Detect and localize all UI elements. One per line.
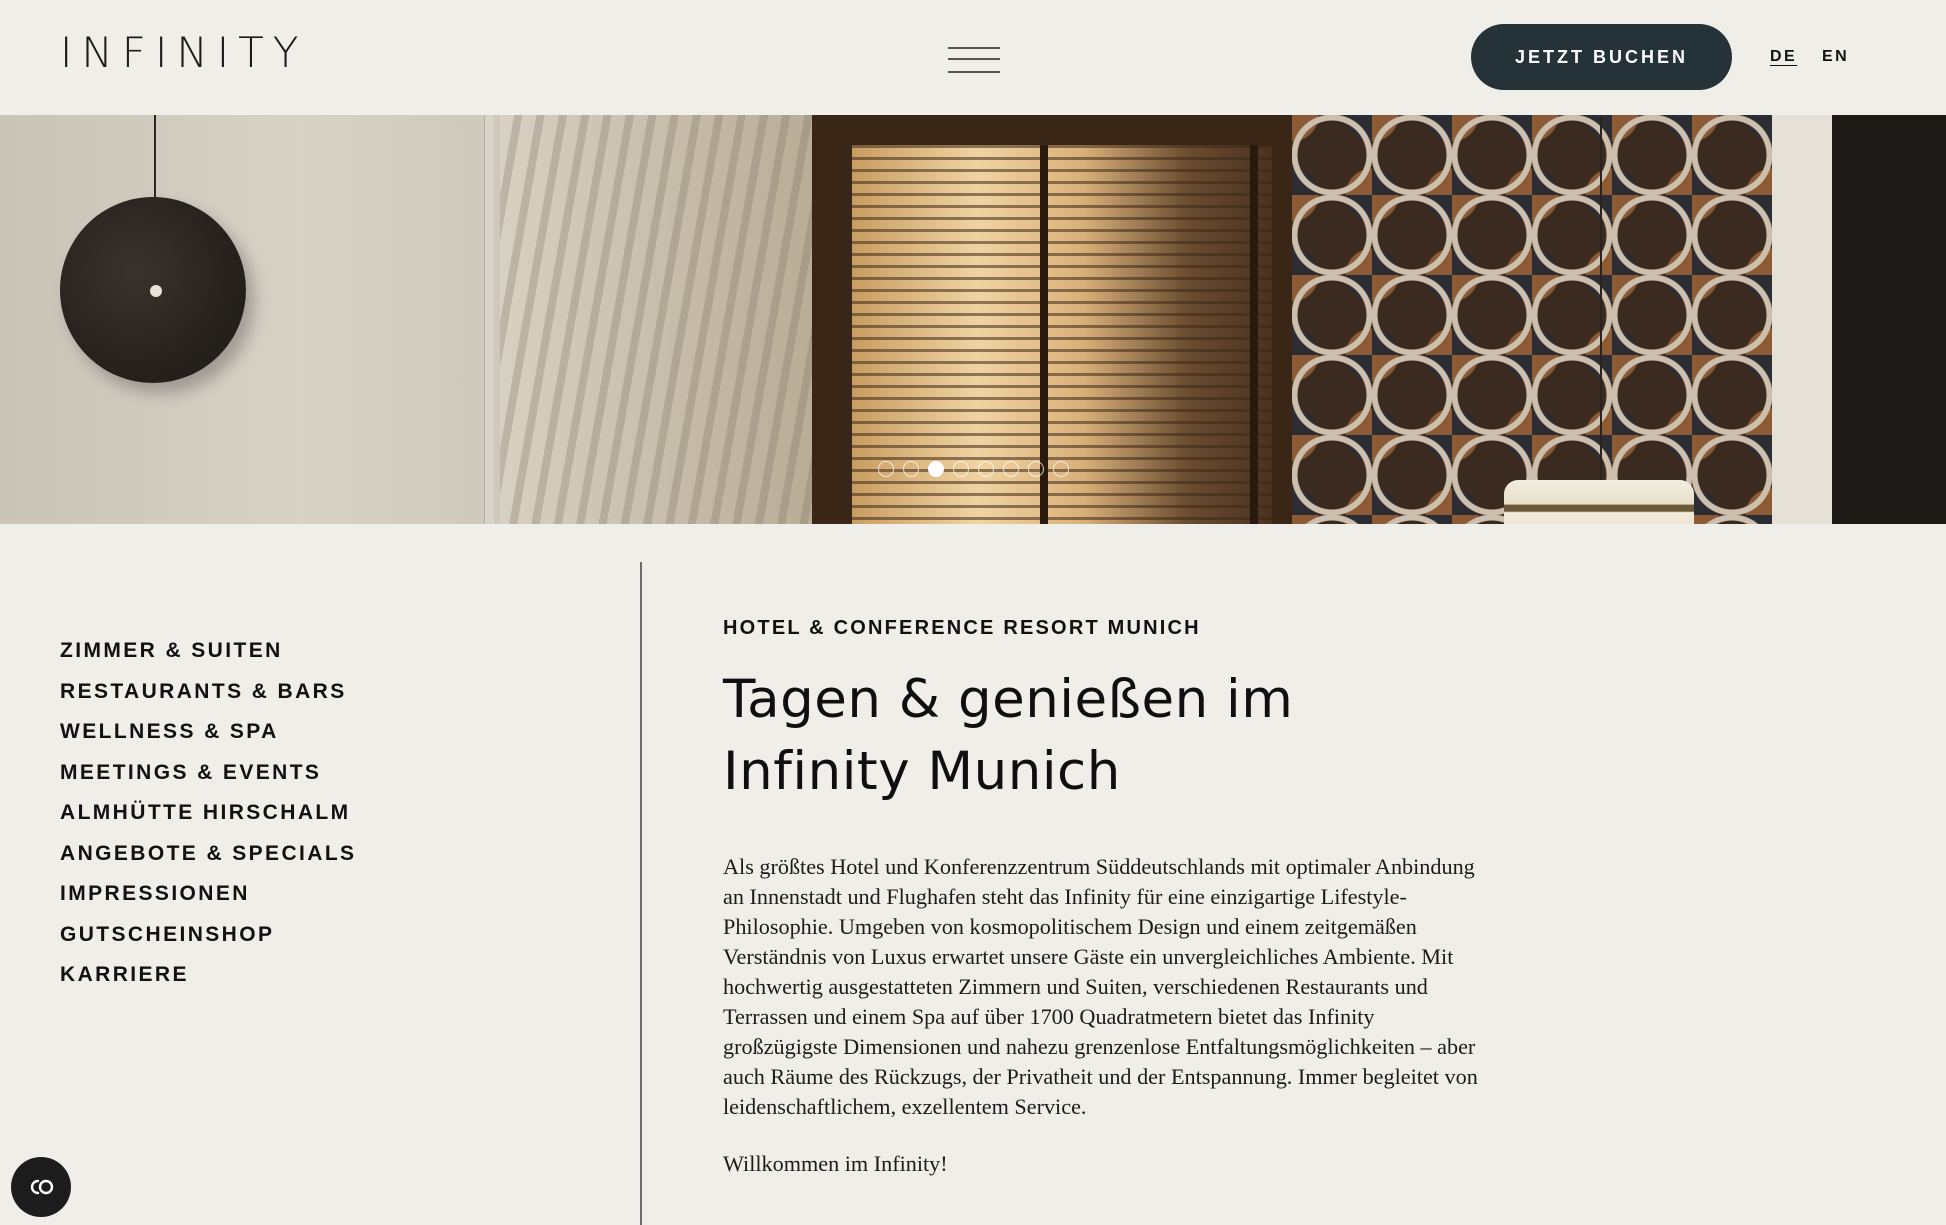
vertical-divider <box>640 562 642 1225</box>
intro-line: großzügigste Dimensionen und nahezu gren… <box>723 1034 1476 1059</box>
sidebar-item-almhütte-hirschalm[interactable]: ALMHÜTTE HIRSCHALM <box>60 793 356 834</box>
page-headline: Tagen & genießen im Infinity Munich <box>723 664 1423 808</box>
cookie-consent-icon[interactable] <box>11 1157 71 1217</box>
intro-line: an Innenstadt und Flughafen steht das In… <box>723 884 1407 909</box>
slider-dot[interactable] <box>928 461 944 477</box>
hero-image-slider[interactable] <box>0 115 1946 524</box>
language-de-link[interactable]: DE <box>1770 48 1797 66</box>
sidebar-item-gutscheinshop[interactable]: GUTSCHEINSHOP <box>60 915 356 956</box>
section-eyebrow: HOTEL & CONFERENCE RESORT MUNICH <box>723 617 1201 639</box>
slider-dot[interactable] <box>878 461 894 477</box>
site-header: INFINITY JETZT BUCHEN DE EN <box>0 0 1946 115</box>
patterned-wall <box>1292 115 1772 524</box>
headline-line-1: Tagen & genießen im <box>723 669 1294 730</box>
sidebar-item-wellness-spa[interactable]: WELLNESS & SPA <box>60 712 356 753</box>
pendant-lamp <box>1504 480 1694 524</box>
slider-dot[interactable] <box>953 461 969 477</box>
intro-paragraph: Als größtes Hotel und Konferenzzentrum S… <box>723 852 1623 1122</box>
cookie-consent-glyph <box>30 1179 54 1195</box>
sidebar-item-meetings-events[interactable]: MEETINGS & EVENTS <box>60 753 356 794</box>
infinity-logo[interactable]: INFINITY <box>60 32 307 74</box>
slider-dot[interactable] <box>1003 461 1019 477</box>
book-now-button[interactable]: JETZT BUCHEN <box>1471 24 1732 90</box>
intro-line: Terrassen und einem Spa auf über 1700 Qu… <box>723 1004 1375 1029</box>
sidebar-item-zimmer-suiten[interactable]: ZIMMER & SUITEN <box>60 631 356 672</box>
slider-pagination <box>878 461 1069 479</box>
language-en-link[interactable]: EN <box>1822 48 1849 66</box>
slider-dot[interactable] <box>978 461 994 477</box>
slider-dot[interactable] <box>903 461 919 477</box>
intro-line: hochwertig ausgestatteten Zimmern und Su… <box>723 974 1428 999</box>
sidebar-item-restaurants-bars[interactable]: RESTAURANTS & BARS <box>60 672 356 713</box>
headline-line-2: Infinity Munich <box>723 741 1121 802</box>
slider-dot[interactable] <box>1053 461 1069 477</box>
slider-dot[interactable] <box>1028 461 1044 477</box>
intro-line: Philosophie. Umgeben von kosmopolitische… <box>723 914 1417 939</box>
intro-line: leidenschaftlichem, exzellentem Service. <box>723 1094 1087 1119</box>
intro-line: Als größtes Hotel und Konferenzzentrum S… <box>723 854 1475 879</box>
hamburger-menu-icon[interactable] <box>948 44 1000 76</box>
sidebar-item-impressionen[interactable]: IMPRESSIONEN <box>60 874 356 915</box>
welcome-text: Willkommen im Infinity! <box>723 1151 948 1176</box>
intro-line: auch Räume des Rückzugs, der Privatheit … <box>723 1064 1478 1089</box>
intro-line: Verständnis von Luxus erwartet unsere Gä… <box>723 944 1454 969</box>
sidebar-nav: ZIMMER & SUITEN RESTAURANTS & BARS WELLNES… <box>60 631 356 996</box>
sidebar-item-angebote-specials[interactable]: ANGEBOTE & SPECIALS <box>60 834 356 875</box>
sidebar-item-karriere[interactable]: KARRIERE <box>60 955 356 996</box>
main-content: ZIMMER & SUITEN RESTAURANTS & BARS WELLNES… <box>0 524 1946 1225</box>
